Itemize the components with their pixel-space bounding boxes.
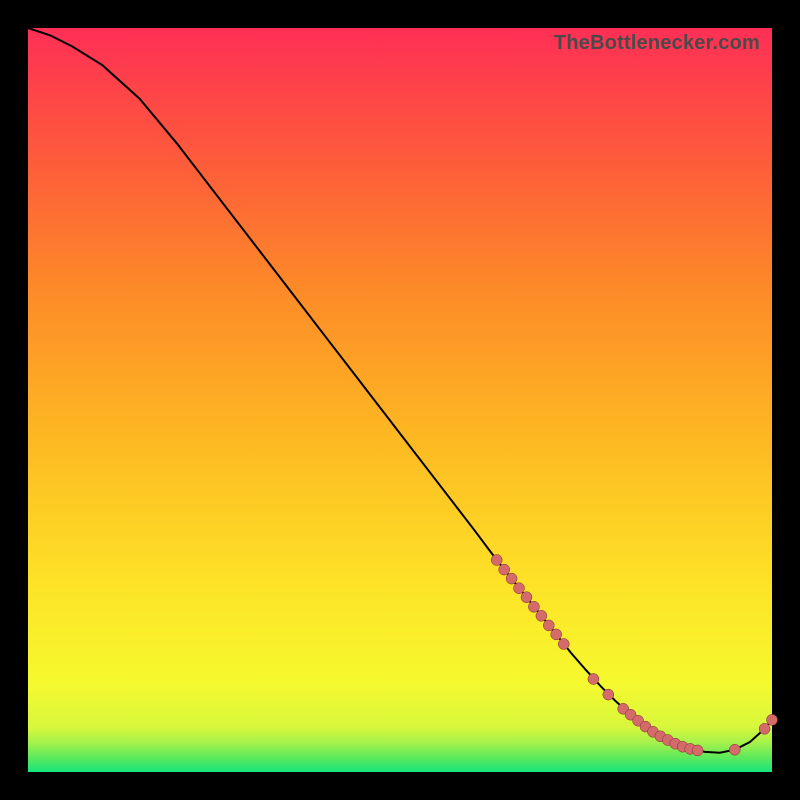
- data-marker: [491, 555, 502, 566]
- data-marker: [528, 601, 539, 612]
- data-marker: [521, 592, 532, 603]
- data-marker: [551, 629, 562, 640]
- data-marker: [558, 639, 569, 650]
- bottleneck-curve: [28, 28, 772, 753]
- data-marker: [499, 564, 510, 575]
- data-marker: [514, 583, 525, 594]
- data-marker: [588, 674, 599, 685]
- plot-area: TheBottlenecker.com: [28, 28, 772, 772]
- data-marker: [692, 745, 703, 756]
- curve-layer: [28, 28, 772, 772]
- data-marker: [729, 744, 740, 755]
- markers-group: [491, 555, 777, 756]
- data-marker: [543, 620, 554, 631]
- data-marker: [536, 610, 547, 621]
- data-marker: [603, 689, 614, 700]
- data-marker: [759, 723, 770, 734]
- chart-frame: TheBottlenecker.com: [0, 0, 800, 800]
- data-marker: [506, 573, 517, 584]
- data-marker: [767, 714, 778, 725]
